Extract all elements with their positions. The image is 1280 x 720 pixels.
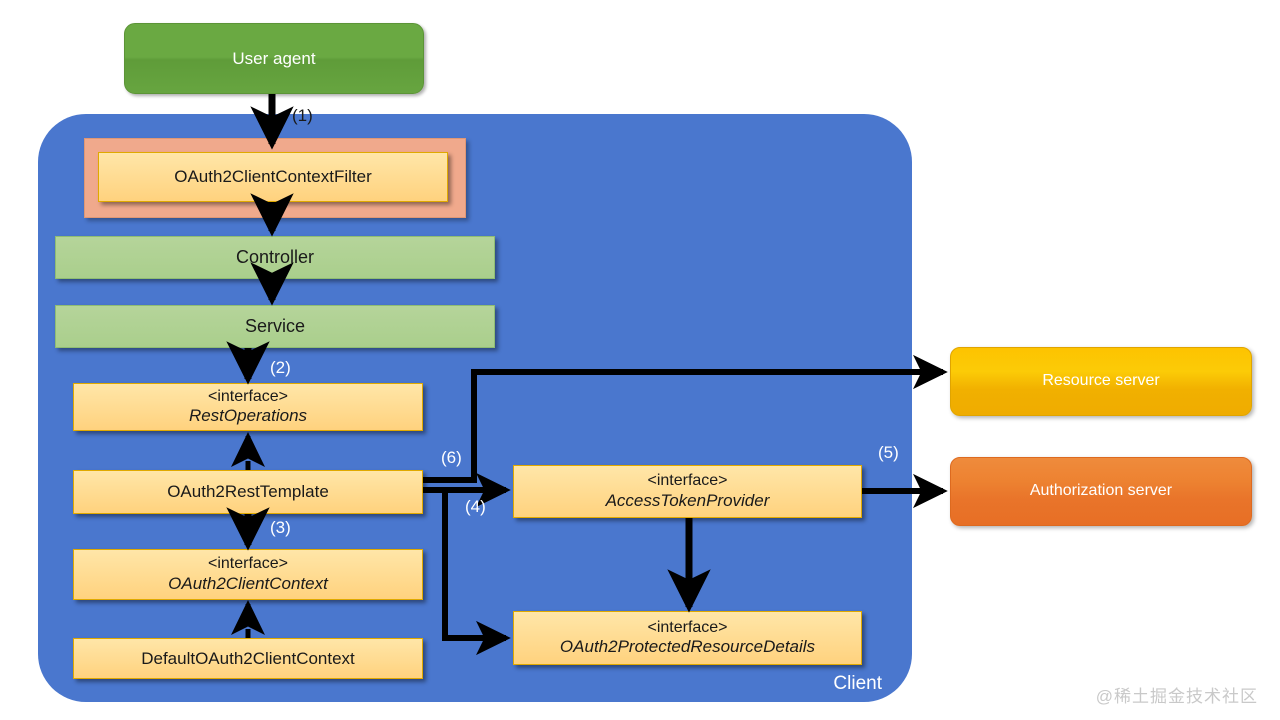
node-oauth2-client-context-stereotype: <interface> (207, 555, 289, 573)
node-resource-server-label: Resource server (1042, 372, 1160, 390)
node-service-label: Service (244, 316, 306, 337)
node-default-oauth2-client-context-label: DefaultOAuth2ClientContext (141, 648, 355, 668)
node-oauth2-client-context-label: OAuth2ClientContext (168, 573, 328, 593)
node-access-token-provider-stereotype: <interface> (647, 472, 728, 490)
node-oauth2-rest-template[interactable]: OAuth2RestTemplate (73, 470, 423, 514)
step-label-2: (2) (270, 358, 291, 377)
node-oauth2-protected-resource-details[interactable]: <interface> OAuth2ProtectedResourceDetai… (513, 611, 862, 665)
watermark: @稀土掘金技术社区 (1095, 687, 1258, 706)
node-rest-operations[interactable]: <interface> RestOperations (73, 383, 423, 431)
step-label-1: (1) (292, 106, 313, 125)
node-oauth2-client-context-filter-label: OAuth2ClientContextFilter (174, 167, 372, 187)
node-rest-operations-label: RestOperations (188, 406, 308, 426)
step-label-3: (3) (270, 518, 291, 537)
client-container-label: Client (833, 673, 882, 694)
step-label-4: (4) (465, 497, 486, 516)
node-user-agent[interactable]: User agent (124, 23, 424, 94)
node-authorization-server[interactable]: Authorization server (950, 457, 1252, 526)
step-label-6: (6) (441, 448, 462, 467)
node-controller-label: Controller (235, 247, 315, 268)
node-service[interactable]: Service (55, 305, 495, 348)
node-oauth2-rest-template-label: OAuth2RestTemplate (167, 482, 329, 502)
node-authorization-server-label: Authorization server (1029, 482, 1173, 500)
node-default-oauth2-client-context[interactable]: DefaultOAuth2ClientContext (73, 638, 423, 679)
node-oauth2-protected-resource-details-label: OAuth2ProtectedResourceDetails (559, 637, 816, 657)
node-oauth2-client-context[interactable]: <interface> OAuth2ClientContext (73, 549, 423, 600)
node-access-token-provider-label: AccessTokenProvider (605, 490, 770, 510)
node-user-agent-label: User agent (232, 48, 316, 68)
node-oauth2-client-context-filter[interactable]: OAuth2ClientContextFilter (98, 152, 448, 202)
step-label-5: (5) (878, 443, 899, 462)
node-controller[interactable]: Controller (55, 236, 495, 279)
diagram-canvas: Client User agent OAuth2ClientContextFil… (0, 0, 1280, 720)
node-access-token-provider[interactable]: <interface> AccessTokenProvider (513, 465, 862, 518)
node-rest-operations-stereotype: <interface> (207, 387, 289, 405)
node-oauth2-protected-resource-details-stereotype: <interface> (647, 618, 728, 636)
node-resource-server[interactable]: Resource server (950, 347, 1252, 416)
